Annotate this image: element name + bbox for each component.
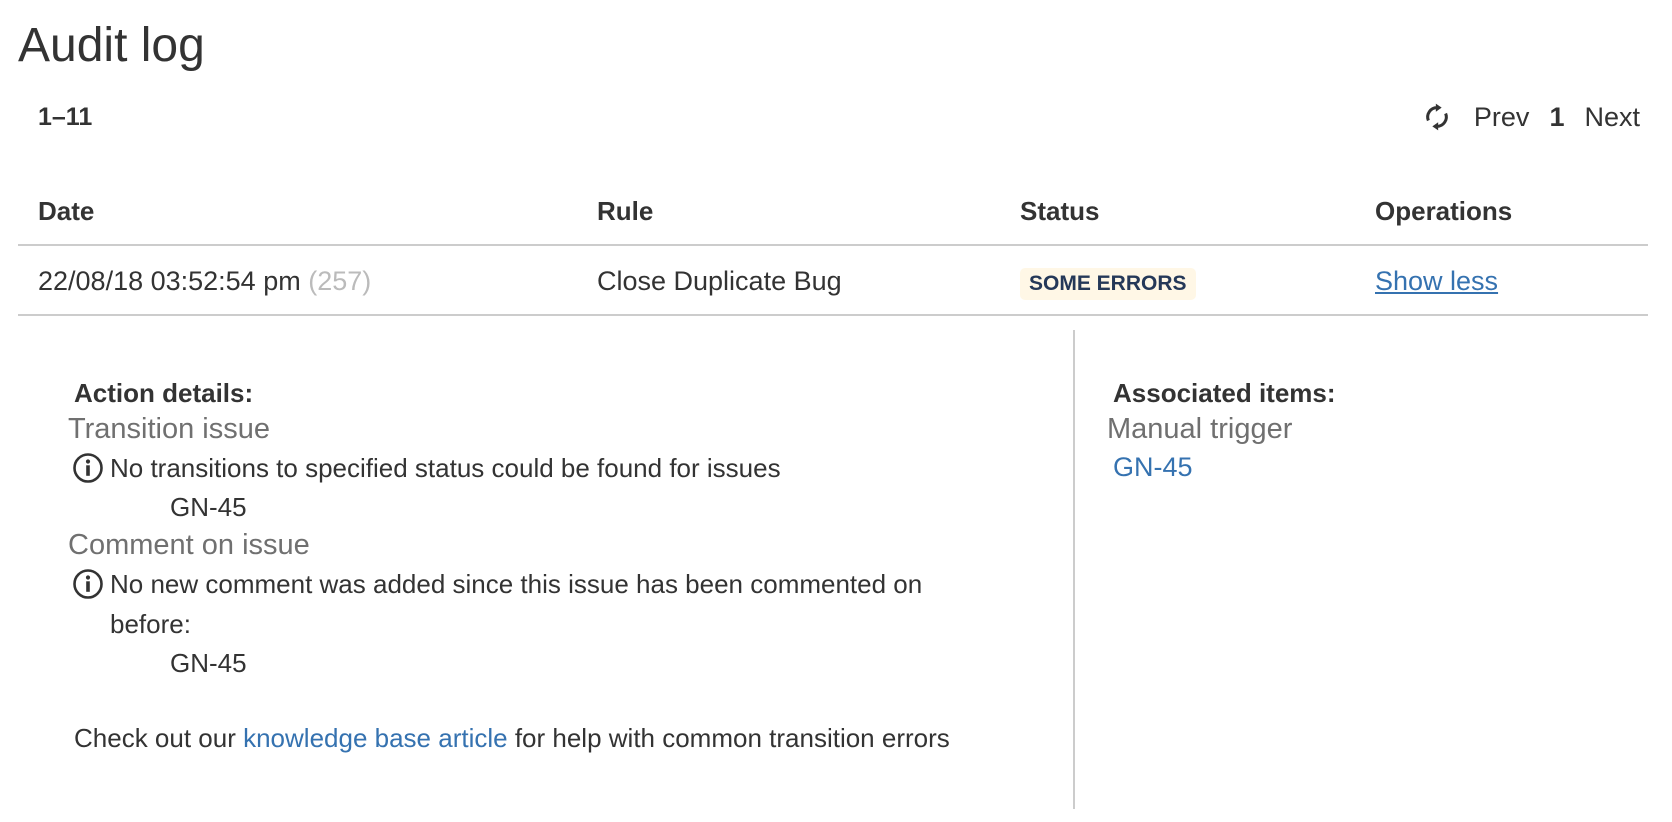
table-row: 22/08/18 03:52:54 pm (257) Close Duplica… (18, 246, 1648, 316)
refresh-button[interactable] (1422, 102, 1452, 132)
trigger-name: Manual trigger (1107, 413, 1293, 445)
row-date: 22/08/18 03:52:54 pm (38, 266, 301, 296)
associated-issue-link[interactable]: GN-45 (1113, 448, 1611, 486)
action-message: No new comment was added since this issu… (72, 564, 1052, 644)
row-date-cell: 22/08/18 03:52:54 pm (257) (38, 264, 371, 298)
column-header-date: Date (38, 196, 95, 226)
action-name-transition: Transition issue (68, 413, 271, 445)
associated-items-heading: Associated items: (1113, 378, 1336, 408)
info-icon (73, 569, 103, 599)
help-prefix: Check out our (74, 723, 244, 753)
action-issue-key: GN-45 (170, 492, 247, 522)
column-header-status: Status (1020, 196, 1100, 226)
column-header-rule: Rule (597, 196, 654, 226)
help-text: Check out our knowledge base article for… (74, 720, 1052, 756)
help-suffix: for help with common transition errors (507, 723, 950, 753)
action-details-section: Action details: Transition issue No tran… (68, 376, 1052, 756)
info-icon (73, 453, 103, 483)
current-page-number[interactable]: 1 (1549, 100, 1564, 134)
refresh-icon (1426, 103, 1448, 131)
next-page-button[interactable]: Next (1584, 100, 1640, 134)
table-header: Date Rule Status Operations (18, 190, 1648, 246)
action-details-heading: Action details: (74, 378, 254, 408)
action-issue-key: GN-45 (170, 648, 247, 678)
result-range: 1–11 (38, 103, 93, 131)
audit-log-page: Audit log 1–11 Prev 1 Next Date Rule Sta… (0, 0, 1672, 822)
row-item-count: (257) (308, 266, 372, 296)
row-details-panel: Action details: Transition issue No tran… (18, 330, 1648, 810)
action-name-comment: Comment on issue (68, 529, 310, 561)
knowledge-base-link[interactable]: knowledge base article (243, 723, 508, 753)
column-header-operations: Operations (1375, 196, 1513, 226)
details-divider (1073, 330, 1075, 809)
action-message-text: No transitions to specified status could… (110, 453, 781, 483)
page-title: Audit log (18, 19, 205, 72)
prev-page-button[interactable]: Prev (1474, 100, 1530, 134)
action-message-text: No new comment was added since this issu… (110, 569, 923, 639)
pagination: Prev 1 Next (1422, 100, 1640, 134)
action-message: No transitions to specified status could… (72, 448, 1052, 488)
status-badge: SOME ERRORS (1020, 268, 1196, 300)
show-less-link[interactable]: Show less (1375, 264, 1498, 298)
associated-items-section: Associated items: Manual trigger GN-45 (1107, 376, 1611, 486)
row-rule-name: Close Duplicate Bug (597, 266, 842, 296)
